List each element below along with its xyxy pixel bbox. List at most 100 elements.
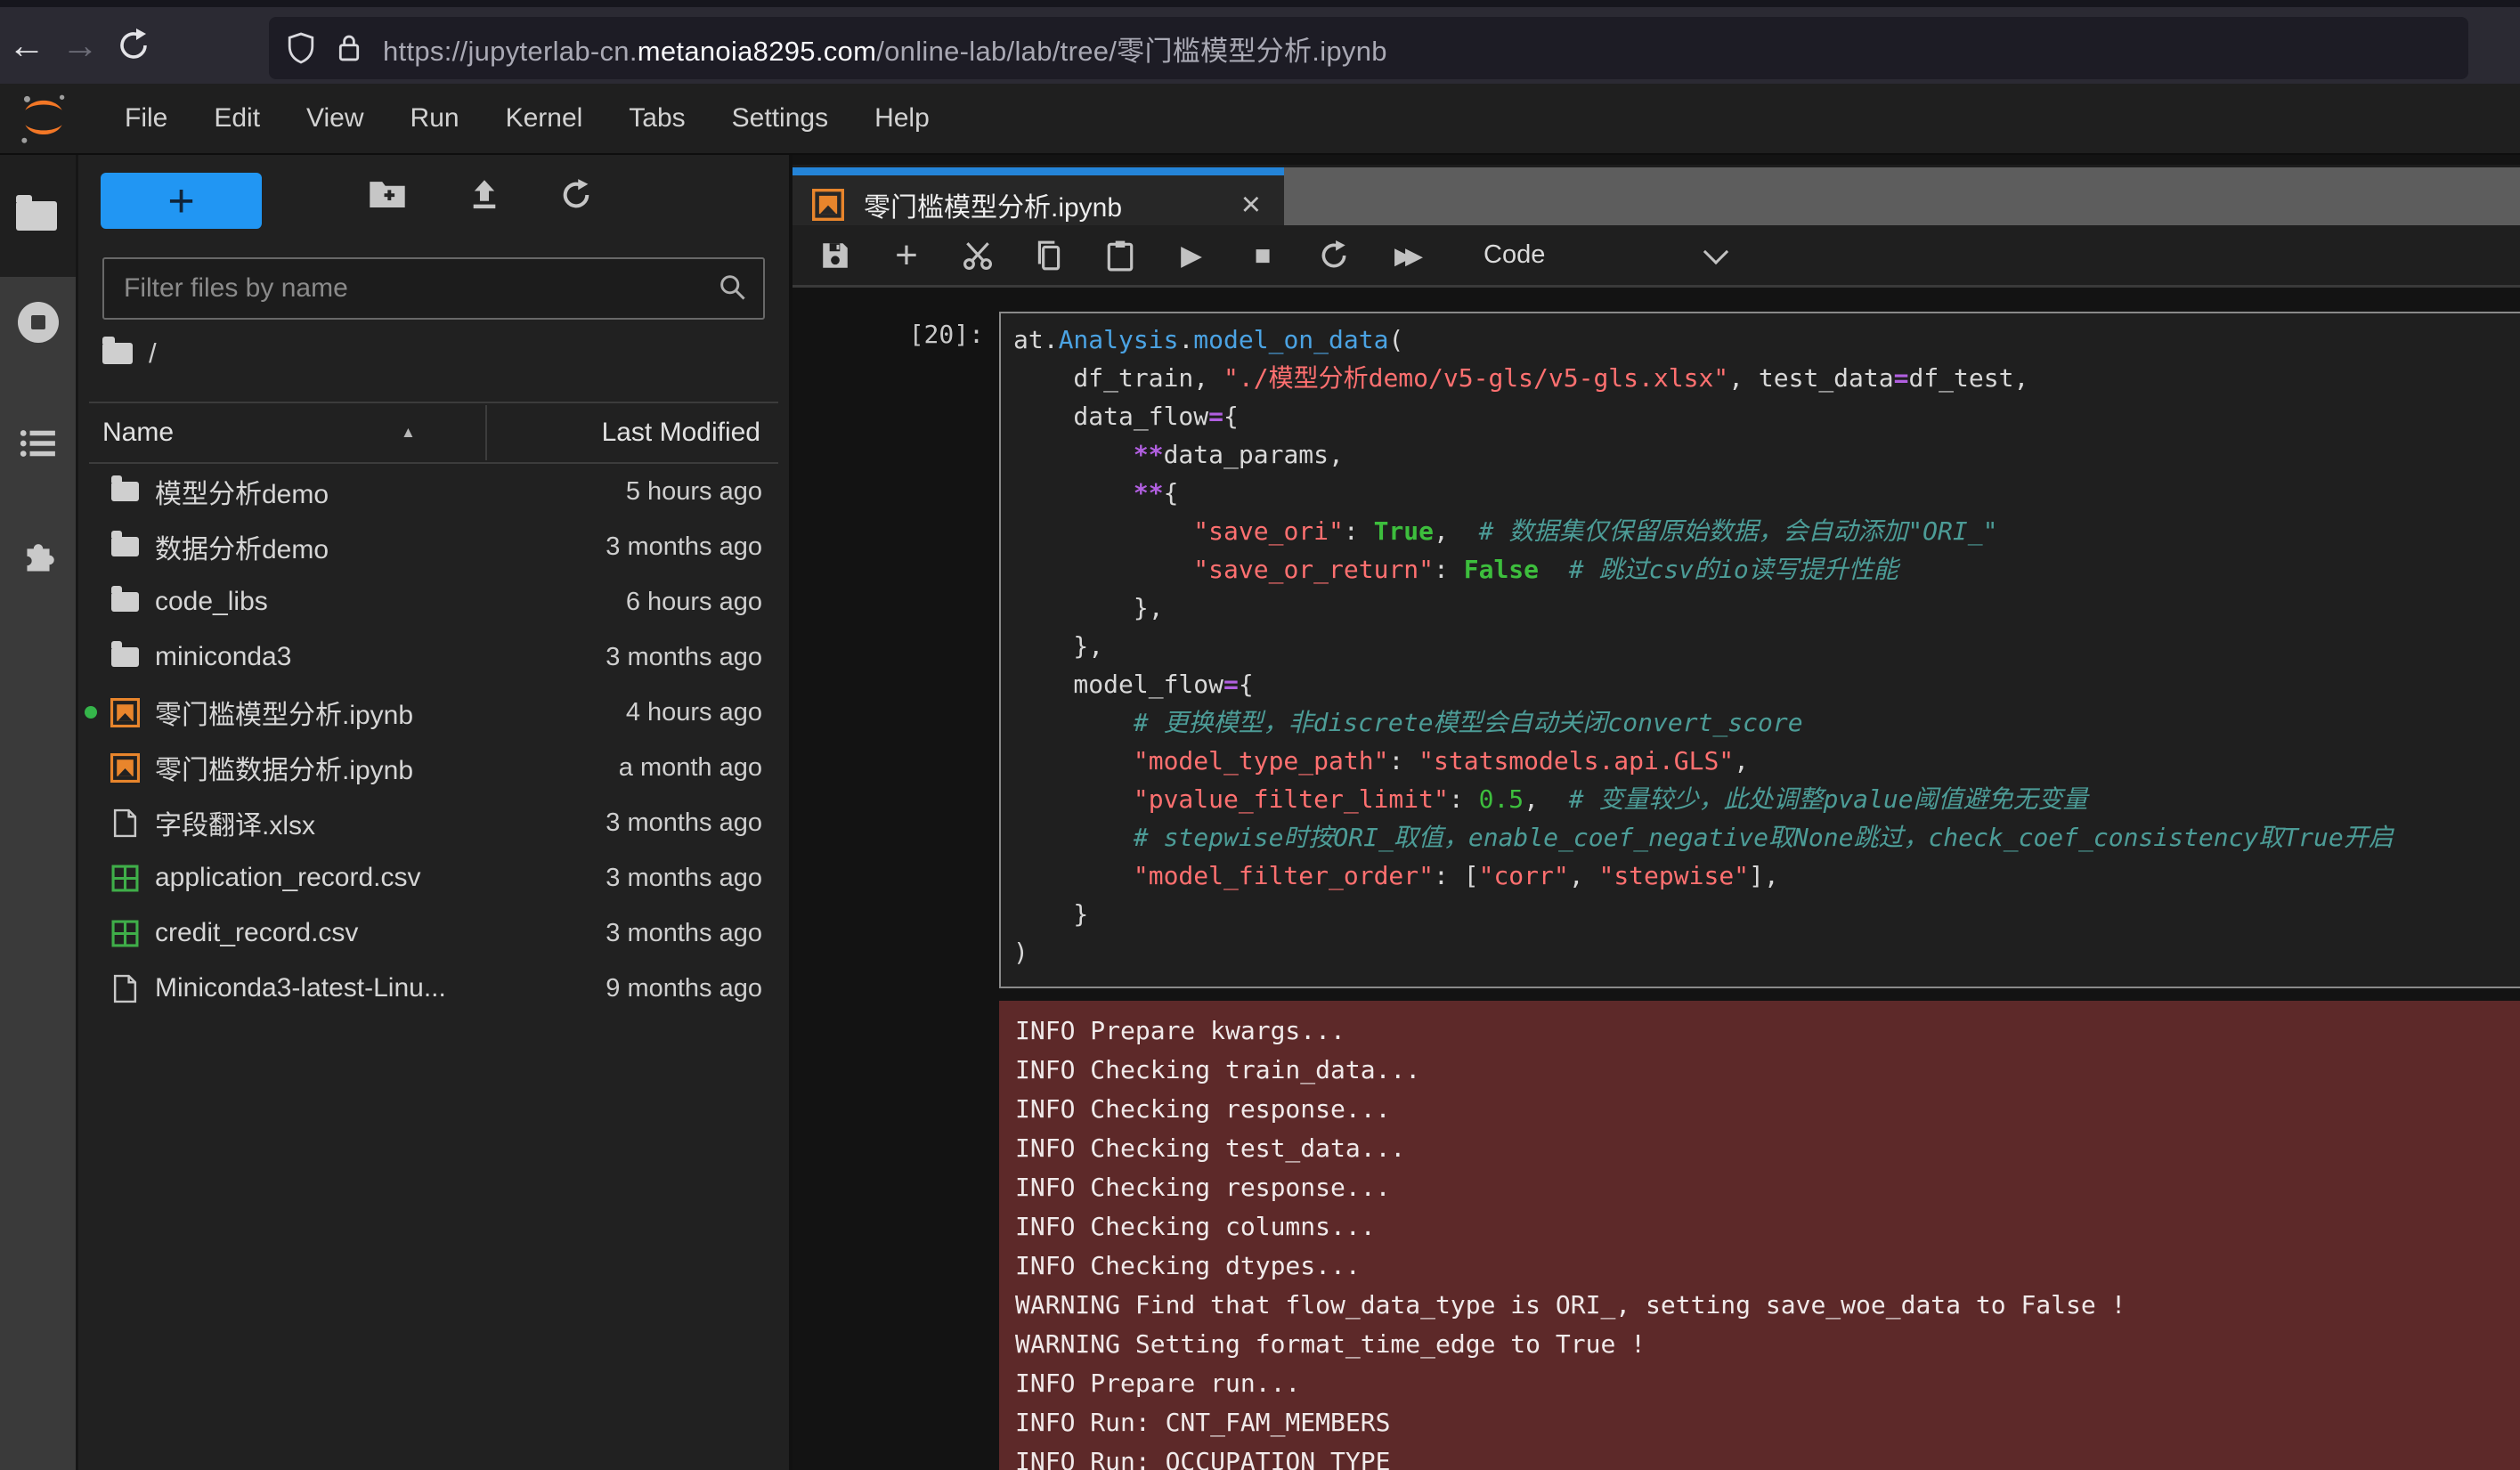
file-row[interactable]: 数据分析demo 3 months ago (78, 519, 789, 574)
code-line: "save_ori": True, # 数据集仅保留原始数据，会自动添加"ORI… (1013, 512, 2520, 550)
code-line: **data_params, (1013, 435, 2520, 474)
menu-item-edit[interactable]: Edit (191, 103, 283, 134)
code-line: model_flow={ (1013, 665, 2520, 703)
menu-item-settings[interactable]: Settings (709, 103, 851, 134)
file-name: 零门槛模型分析.ipynb (155, 693, 413, 732)
save-button[interactable] (819, 240, 851, 272)
menu-item-file[interactable]: File (102, 103, 191, 134)
column-header-modified[interactable]: Last Modified (602, 418, 760, 448)
insert-cell-button[interactable]: + (890, 236, 923, 275)
file-row[interactable]: 模型分析demo5 hours ago (78, 464, 789, 519)
log-line: INFO Prepare kwargs... (1015, 1011, 2520, 1051)
file-name: code_libs (155, 587, 268, 617)
shield-icon[interactable] (287, 31, 315, 65)
file-name: 数据分析demo (155, 527, 329, 566)
sidebar-tab-filebrowser[interactable] (0, 155, 76, 277)
folder-icon (16, 201, 57, 231)
code-line: # stepwise时按ORI_取值，enable_coef_negative取… (1013, 818, 2520, 857)
file-row[interactable]: Miniconda3-latest-Linu...9 months ago (78, 961, 789, 1016)
column-header-name[interactable]: Name (102, 418, 174, 448)
filter-files-input[interactable] (104, 272, 717, 305)
code-line: df_train, "./模型分析demo/v5-gls/v5-gls.xlsx… (1013, 359, 2520, 397)
folder-icon (111, 647, 139, 667)
breadcrumb: / (102, 336, 157, 371)
upload-icon (467, 178, 501, 212)
cell-type-dropdown[interactable]: Code (1484, 240, 1545, 270)
refresh-icon (116, 28, 151, 63)
file-row[interactable]: 零门槛数据分析.ipynba month ago (78, 740, 789, 795)
file-name: miniconda3 (155, 642, 291, 672)
copy-cells-button[interactable] (1033, 240, 1065, 272)
search-icon (717, 272, 747, 306)
browser-refresh-button[interactable] (107, 28, 160, 63)
file-browser-panel: + (78, 155, 789, 1470)
code-line: } (1013, 895, 2520, 933)
dock-tab-bar: 零门槛模型分析.ipynb × (793, 165, 2520, 225)
log-line: INFO Checking response... (1015, 1090, 2520, 1129)
scissors-icon (962, 240, 994, 272)
browser-back-button[interactable]: ← (0, 27, 53, 64)
file-row[interactable]: code_libs 6 hours ago (78, 574, 789, 629)
stop-circle-icon (18, 302, 59, 343)
menu-item-help[interactable]: Help (851, 103, 953, 134)
new-folder-button[interactable] (368, 178, 407, 210)
menu-item-view[interactable]: View (283, 103, 386, 134)
notebook-content: [20]: at.Analysis.model_on_data( df_trai… (793, 288, 2520, 1470)
tab-bar-empty-space (1284, 167, 2520, 225)
code-cell-editor[interactable]: at.Analysis.model_on_data( df_train, "./… (999, 312, 2520, 988)
sidebar-tab-extensions[interactable] (0, 541, 76, 582)
chevron-down-icon[interactable] (1703, 239, 1728, 264)
file-modified: 3 months ago (606, 919, 762, 948)
code-line: "save_or_return": False # 跳过csv的io读写提升性能 (1013, 550, 2520, 589)
code-line: data_flow={ (1013, 397, 2520, 435)
clipboard-icon (1106, 240, 1134, 272)
file-modified: 6 hours ago (626, 588, 762, 617)
lock-icon[interactable] (337, 32, 362, 64)
sidebar-tab-running-sessions[interactable] (0, 302, 76, 343)
notebook-icon (110, 753, 140, 783)
menu-item-run[interactable]: Run (387, 103, 483, 134)
notebook-icon (110, 698, 140, 727)
file-list: 模型分析demo5 hours ago数据分析demo3 months agoc… (78, 464, 789, 1016)
file-modified: 3 months ago (606, 643, 762, 672)
menu-item-kernel[interactable]: Kernel (483, 103, 606, 134)
menu-items: FileEditViewRunKernelTabsSettingsHelp (102, 103, 953, 134)
paste-cells-button[interactable] (1104, 240, 1136, 272)
notebook-area: 零门槛模型分析.ipynb × + (793, 155, 2520, 1470)
column-divider (485, 405, 487, 460)
file-row[interactable]: 字段翻译.xlsx3 months ago (78, 795, 789, 850)
close-tab-icon[interactable]: × (1241, 188, 1261, 222)
log-line: INFO Run: OCCUPATION_TYPE (1015, 1442, 2520, 1470)
file-icon (113, 974, 137, 1003)
browser-url-bar[interactable]: https://jupyterlab-cn.metanoia8295.com/o… (269, 17, 2468, 79)
code-line: "model_filter_order": ["corr", "stepwise… (1013, 857, 2520, 895)
run-cell-button[interactable]: ▶ (1175, 241, 1207, 269)
file-row[interactable]: miniconda3 3 months ago (78, 629, 789, 685)
folder-icon (111, 537, 139, 556)
restart-kernel-button[interactable] (1318, 240, 1350, 272)
sidebar-tab-table-of-contents[interactable] (0, 427, 76, 459)
file-row[interactable]: credit_record.csv3 months ago (78, 906, 789, 961)
refresh-icon (559, 178, 593, 212)
upload-button[interactable] (467, 178, 501, 212)
cut-cells-button[interactable] (962, 240, 994, 272)
home-folder-icon[interactable] (102, 343, 133, 364)
code-line: ) (1013, 933, 2520, 971)
file-row[interactable]: 零门槛模型分析.ipynb4 hours ago (78, 685, 789, 740)
browser-forward-button[interactable]: → (53, 27, 107, 64)
file-name: 模型分析demo (155, 472, 329, 511)
tab-title: 零门槛模型分析.ipynb (864, 185, 1122, 224)
menu-item-tabs[interactable]: Tabs (606, 103, 708, 134)
log-line: WARNING Find that flow_data_type is ORI_… (1015, 1286, 2520, 1325)
notebook-toolbar: + (793, 225, 2520, 288)
file-modified: 3 months ago (606, 532, 762, 562)
notebook-tab[interactable]: 零门槛模型分析.ipynb × (793, 167, 1284, 233)
interrupt-kernel-button[interactable]: ■ (1247, 241, 1279, 269)
restart-run-all-button[interactable]: ▶▶ (1389, 244, 1428, 267)
refresh-files-button[interactable] (559, 178, 593, 212)
breadcrumb-root[interactable]: / (149, 337, 157, 370)
log-line: INFO Checking response... (1015, 1168, 2520, 1207)
new-launcher-button[interactable]: + (101, 173, 262, 229)
jupyterlab-menubar: FileEditViewRunKernelTabsSettingsHelp (0, 84, 2520, 155)
file-row[interactable]: application_record.csv3 months ago (78, 850, 789, 906)
